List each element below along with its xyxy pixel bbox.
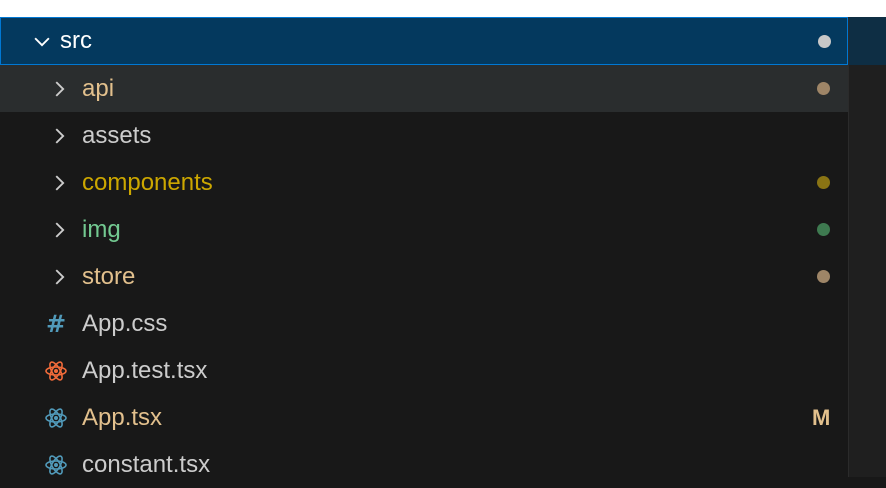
chevron-right-icon (47, 171, 71, 195)
tree-item-src[interactable]: src (0, 17, 848, 65)
tree-item-img[interactable]: img (0, 206, 848, 253)
status-dot (817, 223, 830, 236)
tree-item-app-css[interactable]: # App.css (0, 300, 848, 347)
chevron-right-icon (47, 265, 71, 289)
scrollbar-thumb[interactable] (849, 17, 886, 65)
react-icon (44, 406, 68, 430)
tree-item-assets[interactable]: assets (0, 112, 848, 159)
tree-item-store[interactable]: store (0, 253, 848, 300)
tree-item-label: store (82, 262, 136, 290)
tree-item-app-test-tsx[interactable]: App.test.tsx (0, 347, 848, 394)
chevron-right-icon (47, 218, 71, 242)
vertical-scrollbar[interactable] (848, 17, 886, 477)
status-dot (817, 82, 830, 95)
chevron-down-icon (30, 29, 54, 53)
css-hash-icon: # (45, 309, 67, 338)
react-icon (44, 359, 68, 383)
tree-item-components[interactable]: components (0, 159, 848, 206)
tree-item-label: src (60, 27, 92, 54)
tree-item-label: constant.tsx (82, 450, 211, 478)
tree-item-label: App.css (82, 309, 168, 337)
tree-item-api[interactable]: api (0, 65, 848, 112)
chevron-right-icon (47, 124, 71, 148)
status-dot (818, 34, 831, 48)
tree-item-label: App.test.tsx (82, 356, 208, 384)
window-top-edge (0, 0, 886, 17)
tree-item-label: App.tsx (82, 403, 163, 431)
react-icon (44, 453, 68, 477)
tree-item-label: components (82, 168, 213, 196)
tree-item-constant-tsx[interactable]: constant.tsx (0, 441, 848, 488)
chevron-right-icon (47, 77, 71, 101)
git-modified-badge: M (812, 404, 831, 430)
explorer-tree: src api assets components img store # Ap… (0, 17, 848, 488)
status-dot (817, 176, 830, 189)
status-dot (817, 270, 830, 283)
tree-item-label: img (82, 215, 121, 243)
tree-item-label: assets (82, 121, 152, 149)
tree-item-label: api (82, 74, 115, 102)
tree-item-app-tsx[interactable]: App.tsx M (0, 394, 848, 441)
